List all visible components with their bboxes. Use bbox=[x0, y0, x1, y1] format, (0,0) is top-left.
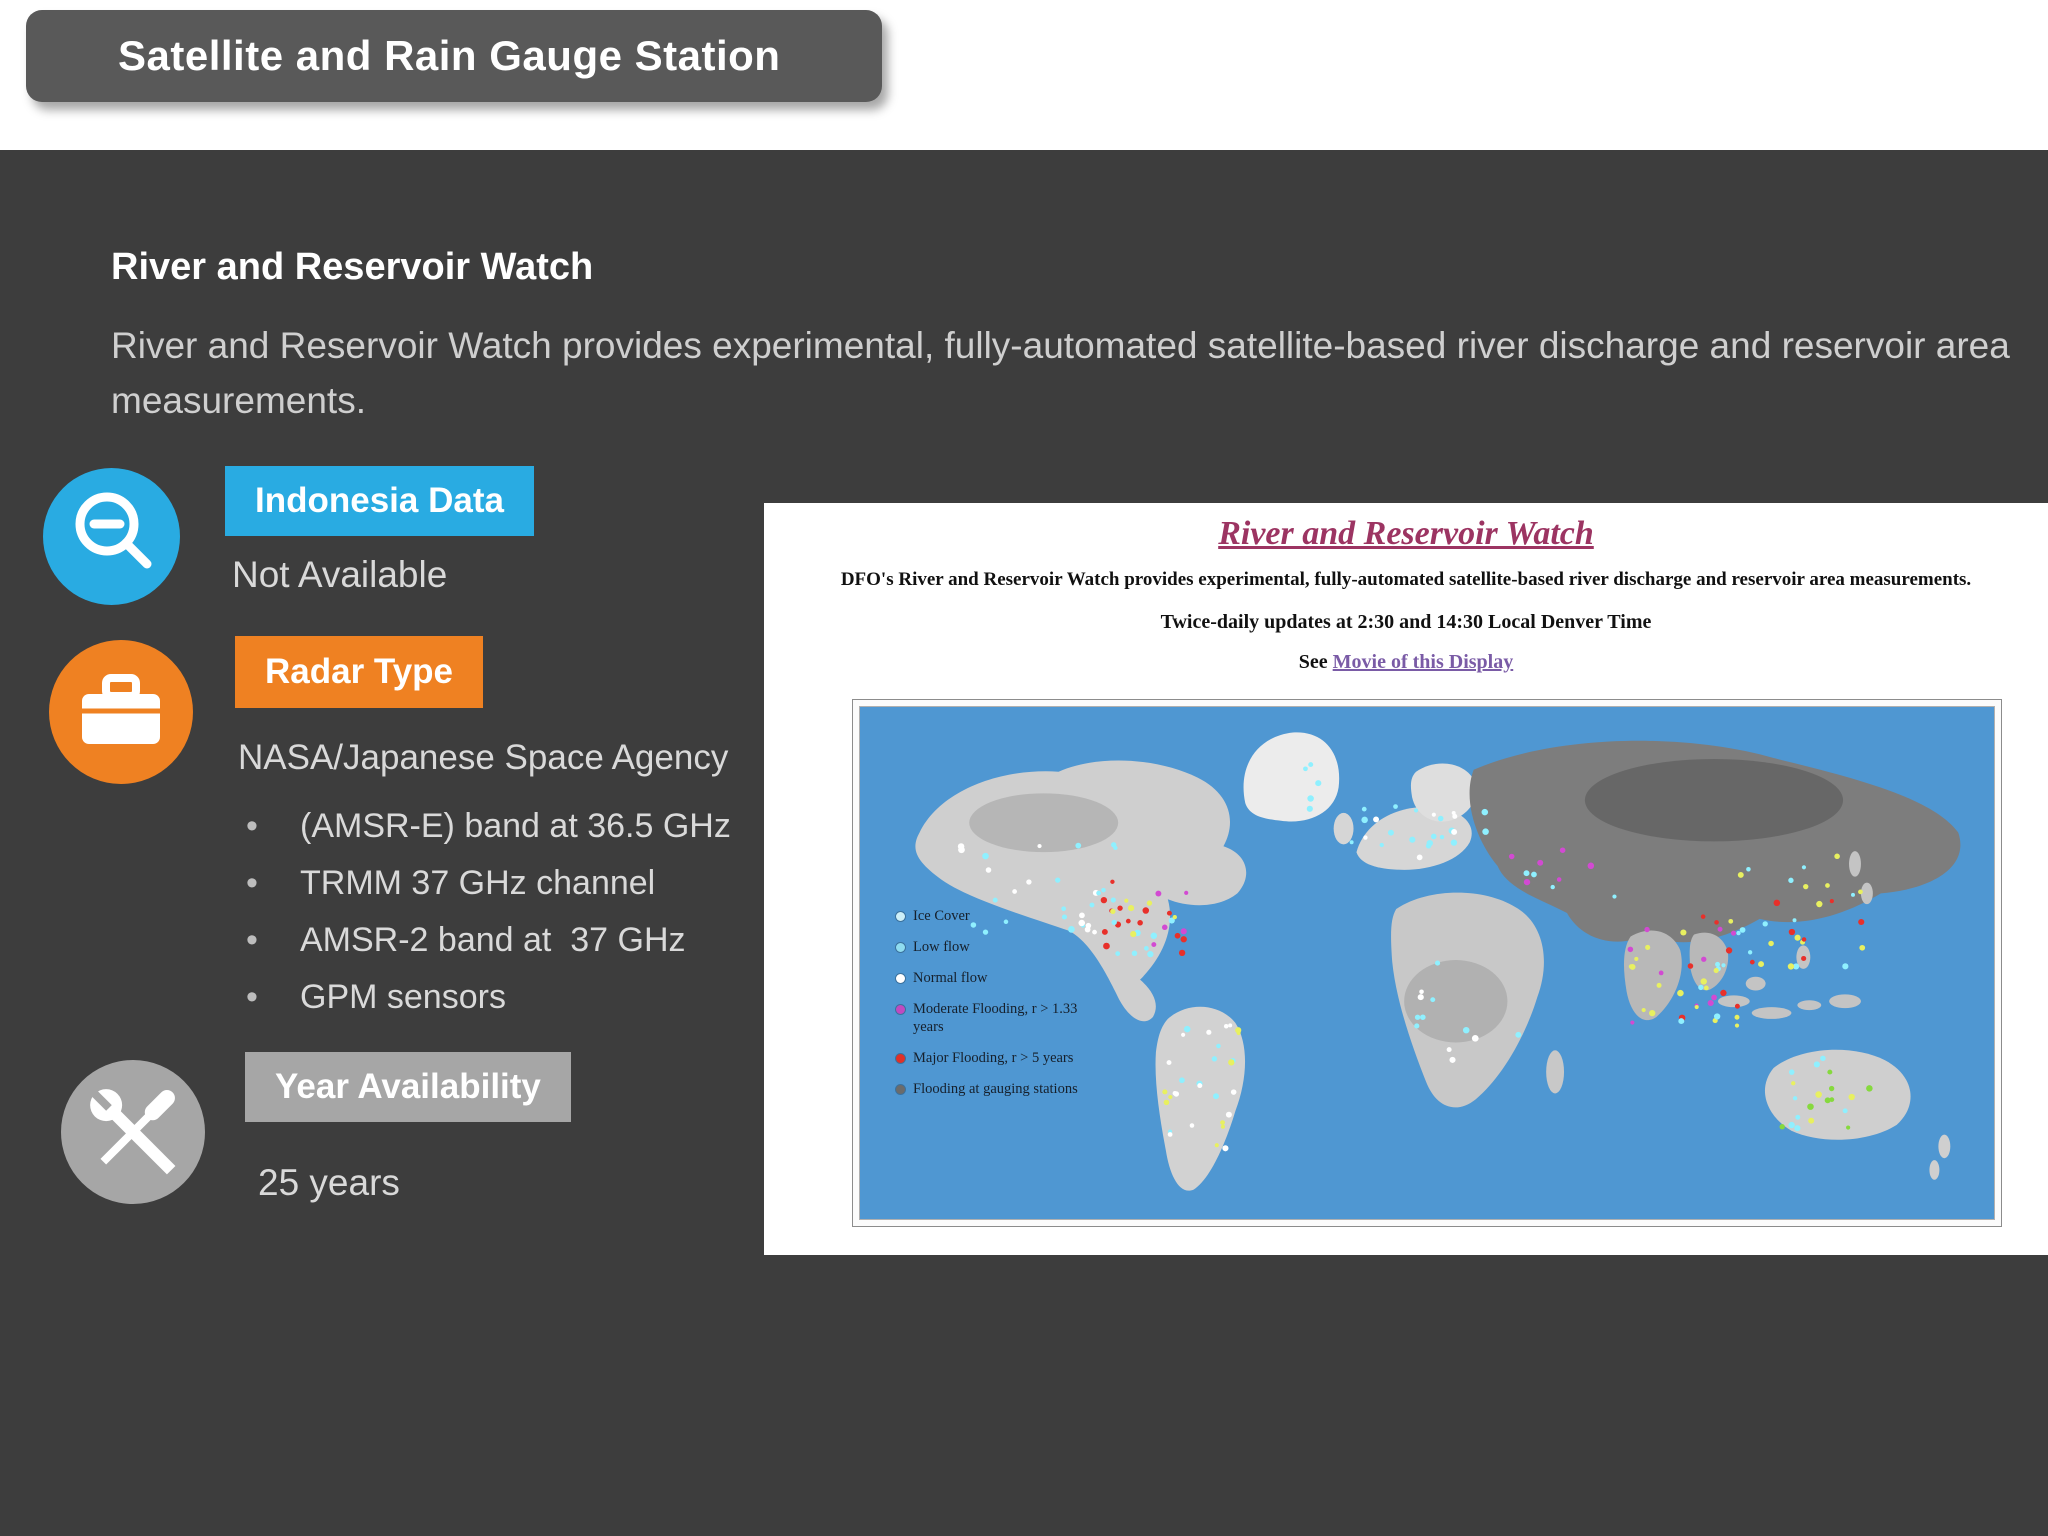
zoom-out-icon-circle bbox=[43, 468, 180, 605]
presentation-slide: Satellite and Rain Gauge Station River a… bbox=[0, 0, 2048, 1536]
legend-item-gauging-stations: Flooding at gauging stations bbox=[896, 1080, 1106, 1098]
legend-swatch bbox=[896, 943, 905, 952]
slide-body: River and Reservoir Watch River and Rese… bbox=[0, 150, 2048, 1536]
slide-title: Satellite and Rain Gauge Station bbox=[118, 32, 781, 79]
continent-greenland bbox=[1243, 732, 1340, 822]
webpage-title: River and Reservoir Watch bbox=[1218, 515, 1594, 552]
legend-swatch bbox=[896, 912, 905, 921]
legend-label: Major Flooding, r > 5 years bbox=[913, 1050, 1074, 1066]
patch-siberia bbox=[1584, 758, 1844, 842]
continent-south-america bbox=[1155, 1006, 1246, 1191]
year-availability-value: 25 years bbox=[258, 1162, 400, 1203]
radar-type-label: Radar Type bbox=[235, 636, 484, 708]
section-description: River and Reservoir Watch provides exper… bbox=[111, 325, 2010, 421]
webpage-screenshot-panel: River and Reservoir Watch DFO's River an… bbox=[764, 503, 2048, 1255]
legend-label: Moderate Flooding, r > 1.33 years bbox=[913, 1001, 1078, 1035]
legend-swatch bbox=[896, 974, 905, 983]
top-strip: Satellite and Rain Gauge Station bbox=[0, 0, 2048, 150]
magnifier-minus-icon bbox=[75, 492, 152, 569]
legend-item-low-flow: Low flow bbox=[896, 938, 1106, 956]
legend-item-ice-cover: Ice Cover bbox=[896, 907, 1106, 925]
island-java bbox=[1751, 1007, 1792, 1019]
radar-bullet-3: AMSR-2 band at 37 GHz bbox=[238, 912, 731, 969]
tools-icon bbox=[86, 1085, 176, 1175]
map-legend: Ice Cover Low flow Normal flow Moderate … bbox=[896, 907, 1106, 1098]
legend-label: Normal flow bbox=[913, 970, 988, 986]
patch-canada bbox=[969, 793, 1119, 853]
briefcase-icon-circle bbox=[49, 640, 193, 784]
island-new-zealand-north bbox=[1938, 1134, 1951, 1159]
region-se-asia bbox=[1689, 932, 1729, 991]
year-availability-label: Year Availability bbox=[245, 1052, 571, 1122]
tools-icon-circle bbox=[61, 1060, 205, 1204]
legend-swatch bbox=[896, 1085, 905, 1094]
see-prefix: See bbox=[1298, 651, 1333, 673]
world-flood-map: Ice Cover Low flow Normal flow Moderate … bbox=[859, 706, 1995, 1220]
island-sumatra bbox=[1717, 995, 1750, 1008]
island-new-guinea bbox=[1829, 994, 1861, 1009]
radar-type-label-text: Radar Type bbox=[265, 652, 454, 691]
legend-label: Flooding at gauging stations bbox=[913, 1081, 1078, 1097]
legend-swatch bbox=[896, 1054, 905, 1063]
radar-agency-text: NASA/Japanese Space Agency bbox=[238, 738, 729, 777]
continent-australia bbox=[1764, 1049, 1911, 1140]
slide-title-tab: Satellite and Rain Gauge Station bbox=[26, 10, 882, 102]
island-new-zealand-south bbox=[1929, 1160, 1940, 1180]
year-availability-label-text: Year Availability bbox=[275, 1067, 541, 1106]
region-uk bbox=[1333, 812, 1354, 845]
legend-label: Ice Cover bbox=[913, 908, 970, 924]
island-borneo bbox=[1745, 976, 1766, 991]
world-map-frame: Ice Cover Low flow Normal flow Moderate … bbox=[852, 699, 2002, 1227]
legend-item-major-flooding: Major Flooding, r > 5 years bbox=[896, 1049, 1106, 1067]
legend-swatch bbox=[896, 1005, 905, 1014]
radar-bullet-4: GPM sensors bbox=[238, 969, 731, 1026]
region-madagascar bbox=[1546, 1050, 1565, 1094]
webpage-intro-line: DFO's River and Reservoir Watch provides… bbox=[840, 569, 1972, 590]
movie-display-link[interactable]: Movie of this Display bbox=[1333, 651, 1514, 673]
legend-label: Low flow bbox=[913, 939, 970, 955]
briefcase-icon bbox=[82, 674, 160, 744]
legend-item-moderate-flooding: Moderate Flooding, r > 1.33 years bbox=[896, 1000, 1106, 1036]
island-sulawesi bbox=[1797, 1000, 1822, 1011]
radar-bullet-1: (AMSR-E) band at 36.5 GHz bbox=[238, 798, 731, 855]
region-scandinavia bbox=[1410, 763, 1477, 822]
webpage-see-line: See Movie of this Display bbox=[764, 651, 2048, 674]
legend-item-normal-flow: Normal flow bbox=[896, 969, 1106, 987]
webpage-updates-line: Twice-daily updates at 2:30 and 14:30 Lo… bbox=[1160, 611, 1652, 633]
radar-bullet-2: TRMM 37 GHz channel bbox=[238, 855, 731, 912]
island-japan-north bbox=[1849, 851, 1861, 877]
indonesia-data-label-text: Indonesia Data bbox=[255, 481, 504, 520]
region-india bbox=[1623, 930, 1682, 1021]
patch-africa bbox=[1404, 960, 1508, 1043]
section-heading: River and Reservoir Watch bbox=[111, 246, 594, 288]
radar-bullet-list: (AMSR-E) band at 36.5 GHz TRMM 37 GHz ch… bbox=[238, 798, 731, 1026]
indonesia-data-label: Indonesia Data bbox=[225, 466, 534, 536]
island-japan-south bbox=[1860, 882, 1873, 905]
indonesia-data-value: Not Available bbox=[232, 554, 448, 595]
